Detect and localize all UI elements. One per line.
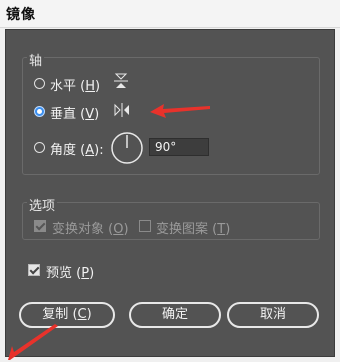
horizontal-label: 水平 (50, 79, 77, 94)
copy-button-label: 复制 (42, 307, 69, 322)
transform-objects-label: 变换对象 (52, 222, 105, 237)
copy-button[interactable]: 复制 (C) (19, 302, 115, 328)
copy-button-hotkey: C (77, 307, 87, 322)
angle-input[interactable]: 90° (149, 138, 209, 156)
ok-button[interactable]: 确定 (129, 302, 221, 328)
angle-hotkey: A (85, 143, 95, 158)
flip-horizontal-axis-icon (114, 73, 128, 88)
preview-label: 预览 (46, 266, 73, 281)
vertical-label: 垂直 (50, 107, 77, 122)
preview-checkbox[interactable] (28, 264, 40, 276)
angle-label: 角度 (50, 143, 77, 158)
cancel-button-label: 取消 (259, 307, 286, 322)
dialog-panel: 轴 水平 (H) 垂直 (V) 角度 (A): 90° 选项 变换对象 (O) … (5, 29, 335, 357)
cancel-button[interactable]: 取消 (227, 302, 319, 328)
vertical-hotkey: V (85, 107, 95, 122)
transform-patterns-checkbox (139, 220, 151, 232)
angle-dial-icon[interactable] (110, 131, 144, 165)
flip-vertical-axis-icon (114, 103, 129, 117)
transform-objects-hotkey: O (113, 222, 124, 237)
title-bar: 镜像 (0, 0, 340, 28)
dialog-title: 镜像 (6, 7, 36, 23)
options-group-title: 选项 (27, 195, 58, 214)
horizontal-radio[interactable] (34, 78, 45, 89)
transform-patterns-hotkey: T (217, 222, 226, 237)
vertical-radio[interactable] (34, 106, 45, 117)
axis-group-title: 轴 (27, 50, 45, 69)
horizontal-hotkey: H (85, 79, 96, 94)
transform-objects-checkbox (34, 220, 46, 232)
preview-hotkey: P (81, 266, 90, 281)
angle-radio[interactable] (34, 142, 45, 153)
ok-button-label: 确定 (161, 307, 188, 322)
transform-patterns-label: 变换图案 (156, 222, 209, 237)
